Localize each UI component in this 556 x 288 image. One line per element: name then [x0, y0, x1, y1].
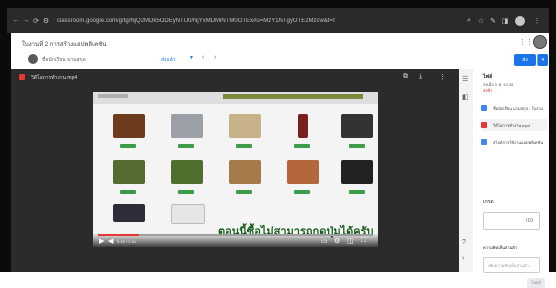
attachment-item[interactable]: วิดีโอการทำงาน.mp4 [481, 119, 547, 131]
kebab-icon[interactable]: ⋮ [531, 17, 543, 25]
price-tag [236, 144, 252, 148]
attachment-label: วิดีโอการทำงาน.mp4 [493, 123, 530, 128]
comment-input[interactable]: เพิ่มความคิดเห็นส่วนตัว... [483, 257, 540, 273]
progress-fill [98, 234, 140, 236]
product-thumb-tool [171, 114, 203, 138]
video-time: 0:15 / 1:34 [117, 239, 136, 244]
product-thumb-paper [171, 204, 205, 224]
apps-grid-icon[interactable]: ⋮⋮ [519, 38, 533, 46]
fullscreen-icon[interactable]: ⛶ [361, 237, 366, 245]
forward-button[interactable]: → [21, 17, 31, 24]
late-badge: ส่งช้า [483, 88, 493, 93]
volume-icon[interactable]: ◀ [108, 237, 113, 245]
reload-button[interactable]: ⟳ [31, 17, 41, 25]
product-thumb-bag [341, 114, 373, 138]
classroom-app: ใบงานที่ 2 การสร้างแอปพลิเคชัน ⋮⋮ ชื่อนั… [11, 33, 549, 288]
download-icon[interactable]: ⤓ [419, 73, 422, 81]
play-icon[interactable]: ▶ [99, 237, 104, 245]
price-tag [120, 190, 136, 194]
more-options-icon[interactable]: ⋮ [439, 73, 446, 81]
price-tag [178, 144, 194, 148]
video-banner-strip [223, 94, 363, 99]
sidepanel-icon[interactable]: ◨ [499, 17, 511, 25]
doc-icon [481, 139, 487, 145]
video-file-icon [19, 74, 25, 80]
product-thumb-plant [171, 160, 203, 184]
video-file-icon [481, 122, 487, 128]
chevron-down-icon[interactable]: ▼ [189, 55, 194, 61]
price-tag [349, 144, 365, 148]
video-controls: ▶ ◀ 0:15 / 1:34 ▭ ⚙ ◫ ⛶ [93, 233, 378, 247]
return-dropdown-icon[interactable]: ▾ [537, 54, 548, 66]
comment-placeholder: เพิ่มความคิดเห็นส่วนตัว... [488, 263, 533, 268]
rubric-tab-icon[interactable]: ◧ [462, 93, 469, 101]
video-logo-strip [98, 94, 128, 98]
collapse-icon[interactable]: › [462, 255, 464, 262]
student-avatar [28, 54, 38, 64]
site-info-icon[interactable]: ⚙ [41, 17, 51, 25]
price-tag [294, 144, 310, 148]
product-thumb-keyboard [113, 204, 145, 222]
back-button[interactable]: ← [11, 17, 21, 24]
attachment-label: สไลด์การใช้งานแอปพลิเคชัน.docx [493, 140, 543, 145]
doc-icon [481, 105, 487, 111]
price-tag [236, 190, 252, 194]
product-thumb-bottle [298, 114, 308, 138]
attachment-label: ชื่อนักเรียน นามสกุล - ใบงานที่ 2 การสร้… [493, 106, 543, 111]
panel-title: ไฟล์ [483, 74, 493, 80]
product-thumb-dog [229, 160, 261, 184]
product-thumb-bread [287, 160, 319, 184]
extensions-icon[interactable]: ✎ [487, 17, 499, 25]
progress-bar[interactable] [98, 234, 373, 236]
screen-frame: ← → ⟳ ⚙ classroom.google.com/g/tg/NjQ2MD… [0, 0, 556, 288]
product-thumb-mouse [341, 160, 373, 184]
files-tab-icon[interactable]: ☰ [462, 75, 468, 83]
side-rail: ☰ ◧ ? › [459, 69, 474, 272]
details-panel: ไฟล์ ส่งเมื่อ ก.พ. 15:38 ส่งช้า ชื่อนักเ… [473, 69, 549, 288]
video-player[interactable]: ตอนนี้ซื้อไม่สามารถกดปุ่มได้ครับ ▶ ◀ 0:1… [93, 92, 378, 247]
star-icon[interactable]: ☆ [475, 17, 487, 25]
next-student-icon[interactable]: › [214, 54, 216, 61]
account-avatar[interactable] [533, 35, 547, 49]
viewer-header: วิดีโอการทำงาน.mp4 ⧉ ⤓ ⋮ [11, 69, 459, 87]
settings-icon[interactable]: ⚙ [334, 237, 340, 245]
grade-input[interactable]: /10 [483, 212, 540, 230]
profile-icon[interactable] [515, 15, 525, 26]
grade-label: เกรด [483, 199, 494, 205]
browser-toolbar: ← → ⟳ ⚙ classroom.google.com/g/tg/NjQ2MD… [7, 8, 549, 33]
prev-student-icon[interactable]: ‹ [202, 54, 204, 61]
search-icon[interactable]: ⌕ [463, 17, 475, 25]
address-bar[interactable]: classroom.google.com/g/tg/NjQ2MDk5ODEyNT… [57, 18, 463, 24]
price-tag [349, 190, 365, 194]
file-viewer: วิดีโอการทำงาน.mp4 ⧉ ⤓ ⋮ ตอนนี้ซื้อไม่สา… [11, 69, 459, 272]
product-thumb-food [229, 114, 261, 138]
price-tag [178, 190, 194, 194]
grade-denominator: /10 [526, 218, 533, 224]
help-icon[interactable]: ? [462, 239, 466, 246]
price-tag [120, 144, 136, 148]
attachment-item[interactable]: ชื่อนักเรียน นามสกุล - ใบงานที่ 2 การสร้… [481, 102, 547, 114]
captions-icon[interactable]: ▭ [321, 237, 328, 245]
student-bar: ชื่อนักเรียน นามสกุล ส่งแล้ว ▼ ‹ › ส่ง ▾ [11, 51, 549, 70]
assignment-title: ใบงานที่ 2 การสร้างแอปพลิเคชัน [22, 42, 107, 48]
product-thumb-book [113, 114, 145, 138]
status-select[interactable]: ส่งแล้ว [161, 56, 176, 64]
return-button[interactable]: ส่ง [514, 54, 536, 66]
post-button[interactable]: โพสต์ [527, 278, 545, 288]
viewer-file-title: วิดีโอการทำงาน.mp4 [31, 75, 78, 81]
attachment-item[interactable]: สไลด์การใช้งานแอปพลิเคชัน.docx [481, 136, 547, 148]
comments-label: ความคิดเห็นส่วนตัว [483, 245, 518, 250]
video-header-strip [93, 92, 378, 104]
student-name[interactable]: ชื่อนักเรียน นามสกุล [42, 56, 86, 64]
open-new-window-icon[interactable]: ⧉ [403, 73, 408, 81]
price-tag [294, 190, 310, 194]
product-thumb-shirt [113, 160, 145, 184]
miniplayer-icon[interactable]: ◫ [347, 237, 354, 245]
